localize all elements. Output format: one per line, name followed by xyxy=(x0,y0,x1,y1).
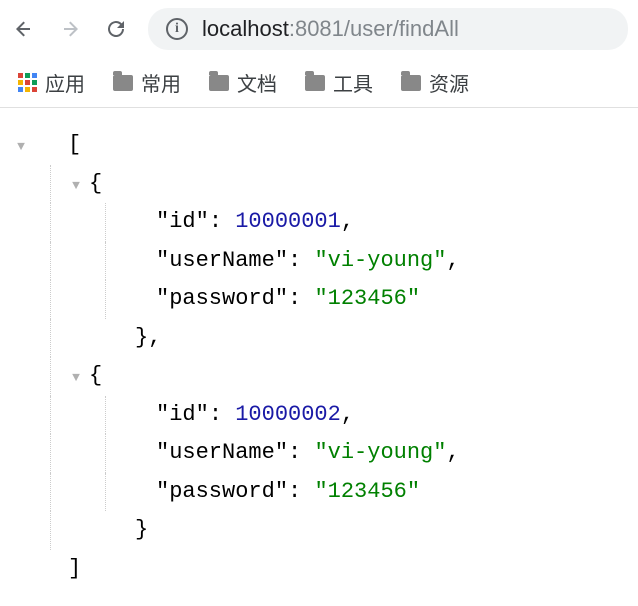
url-bar[interactable]: i localhost:8081/user/findAll xyxy=(148,8,628,50)
folder-icon xyxy=(305,75,325,91)
apps-label: 应用 xyxy=(45,68,85,97)
apps-shortcut[interactable]: 应用 xyxy=(18,68,85,97)
json-key: "id" xyxy=(156,203,209,242)
json-brace: }, xyxy=(135,319,161,358)
bookmark-folder[interactable]: 资源 xyxy=(401,68,469,97)
folder-icon xyxy=(401,75,421,91)
folder-icon xyxy=(209,75,229,91)
json-viewer: ▼ [ ▼ { "id": 10000001, "userName": "vi-… xyxy=(0,108,638,606)
json-brace: { xyxy=(89,357,102,396)
collapse-toggle-icon[interactable]: ▼ xyxy=(12,136,30,159)
json-key: "password" xyxy=(156,280,288,319)
json-string: "123456" xyxy=(314,473,420,512)
reload-button[interactable] xyxy=(102,15,130,43)
json-number: 10000002 xyxy=(235,396,341,435)
json-brace: } xyxy=(135,511,148,550)
bookmark-label: 工具 xyxy=(333,68,373,97)
bookmark-label: 文档 xyxy=(237,68,277,97)
bookmark-label: 常用 xyxy=(141,68,181,97)
json-string: "vi-young" xyxy=(314,434,446,473)
json-bracket: ] xyxy=(68,550,81,589)
bookmark-folder[interactable]: 常用 xyxy=(113,68,181,97)
json-key: "userName" xyxy=(156,434,288,473)
bookmarks-bar: 应用 常用 文档 工具 资源 xyxy=(0,58,638,108)
json-bracket: [ xyxy=(68,126,81,165)
collapse-toggle-icon[interactable]: ▼ xyxy=(67,367,85,390)
url-host: localhost xyxy=(202,16,289,41)
site-info-icon[interactable]: i xyxy=(166,18,188,40)
json-brace: { xyxy=(89,165,102,204)
collapse-toggle-icon[interactable]: ▼ xyxy=(67,175,85,198)
json-string: "vi-young" xyxy=(314,242,446,281)
url-port: :8081 xyxy=(289,16,344,41)
json-key: "userName" xyxy=(156,242,288,281)
json-string: "123456" xyxy=(314,280,420,319)
browser-toolbar: i localhost:8081/user/findAll xyxy=(0,0,638,58)
url-text: localhost:8081/user/findAll xyxy=(202,16,459,42)
forward-button[interactable] xyxy=(56,15,84,43)
bookmark-folder[interactable]: 工具 xyxy=(305,68,373,97)
url-path: /user/findAll xyxy=(344,16,459,41)
json-key: "id" xyxy=(156,396,209,435)
folder-icon xyxy=(113,75,133,91)
json-key: "password" xyxy=(156,473,288,512)
back-button[interactable] xyxy=(10,15,38,43)
bookmark-label: 资源 xyxy=(429,68,469,97)
json-number: 10000001 xyxy=(235,203,341,242)
apps-icon xyxy=(18,73,37,92)
bookmark-folder[interactable]: 文档 xyxy=(209,68,277,97)
